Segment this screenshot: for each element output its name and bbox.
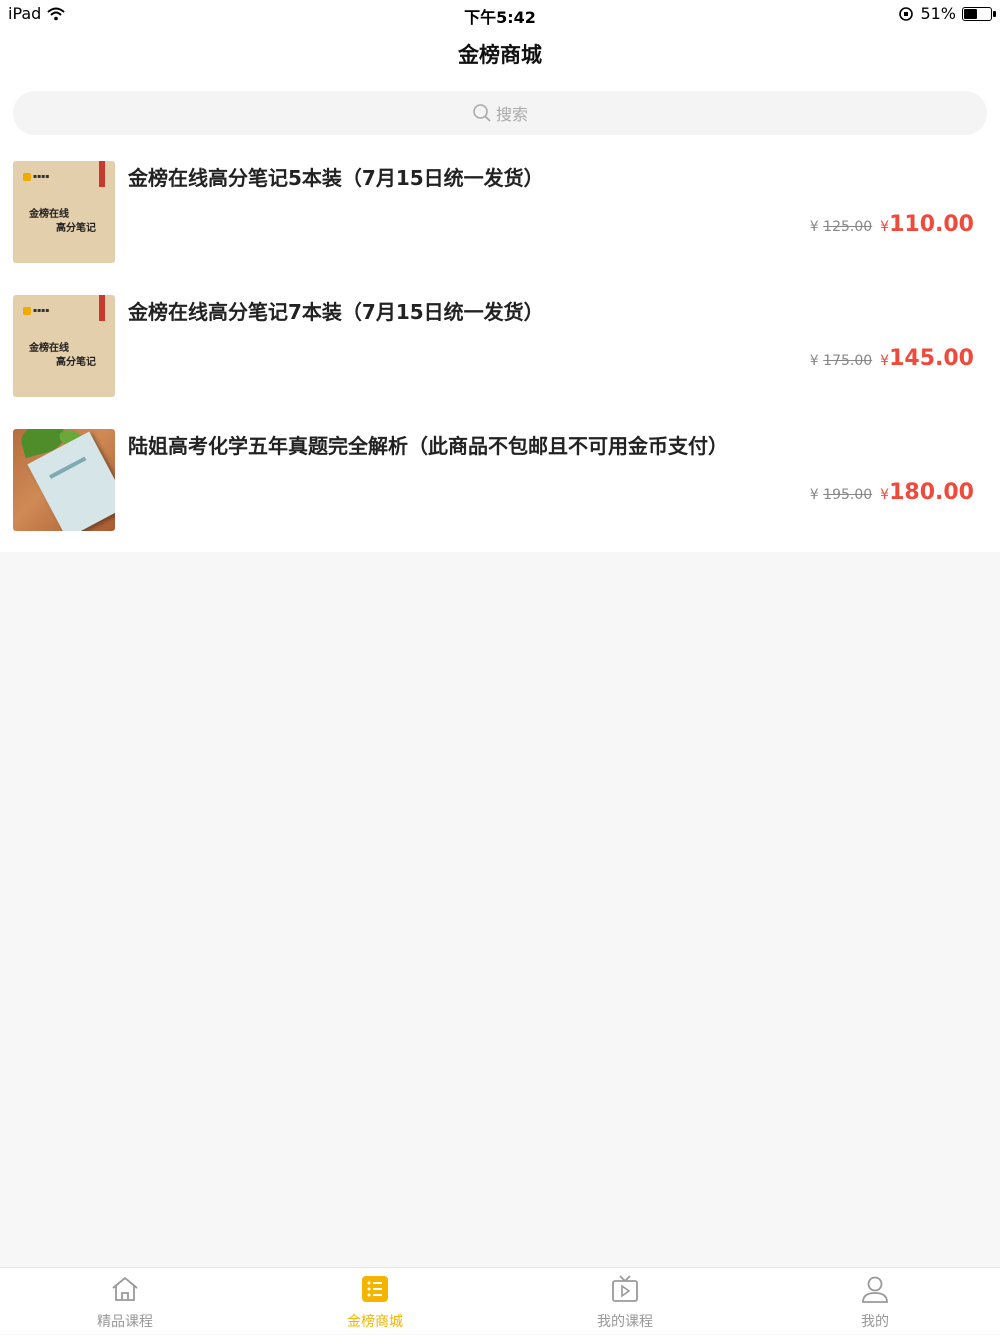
- product-thumbnail: ▪▪▪▪ 金榜在线 高分笔记: [13, 295, 115, 397]
- sale-price: ¥145.00: [880, 346, 974, 371]
- battery-icon: [962, 6, 996, 21]
- thumb-title-line1: 金榜在线: [29, 209, 69, 220]
- sale-price: ¥180.00: [880, 480, 974, 505]
- list-item[interactable]: ▪▪▪▪ 金榜在线 高分笔记 金榜在线高分笔记5本装（7月15日统一发货） ¥ …: [0, 148, 1000, 282]
- tab-my-courses[interactable]: 我的课程: [500, 1268, 750, 1335]
- price-row: ¥ 175.00 ¥145.00: [810, 346, 974, 371]
- currency-symbol: ¥: [880, 487, 890, 503]
- currency-symbol: ¥: [809, 487, 819, 503]
- video-icon: [612, 1275, 638, 1302]
- product-title: 金榜在线高分笔记5本装（7月15日统一发货）: [128, 166, 544, 190]
- tab-profile[interactable]: 我的: [750, 1268, 1000, 1335]
- tab-label: 金榜商城: [347, 1314, 403, 1330]
- original-price: ¥ 195.00: [810, 487, 872, 503]
- currency-symbol: ¥: [880, 219, 890, 235]
- battery-fill: [964, 8, 977, 19]
- nav-bar: 金榜商城: [0, 28, 1000, 82]
- original-price: ¥ 175.00: [810, 353, 872, 369]
- sale-price: ¥110.00: [880, 212, 974, 237]
- sale-price-value: 110.00: [889, 212, 974, 237]
- battery-percent: 51%: [920, 4, 956, 23]
- tab-bar: 精品课程 金榜商城 我的课程 我的: [0, 1267, 1000, 1334]
- search-input[interactable]: 搜索: [13, 91, 987, 135]
- list-item[interactable]: 陆姐高考化学五年真题完全解析（此商品不包邮且不可用金币支付） ¥ 195.00 …: [0, 416, 1000, 550]
- currency-symbol: ¥: [809, 353, 819, 369]
- search-area: 搜索: [0, 82, 1000, 148]
- original-price-value: 125.00: [823, 219, 873, 235]
- product-title: 金榜在线高分笔记7本装（7月15日统一发货）: [128, 300, 544, 324]
- user-icon: [862, 1276, 888, 1303]
- currency-symbol: ¥: [880, 353, 890, 369]
- thumb-title-line2: 高分笔记: [56, 357, 96, 368]
- status-time: 下午5:42: [464, 8, 536, 27]
- brand-mark: ▪▪▪▪: [33, 307, 50, 314]
- brand-logo-icon: [23, 307, 31, 315]
- orientation-lock-icon: [899, 6, 914, 21]
- original-price: ¥ 125.00: [810, 219, 872, 235]
- status-bar: iPad 下午5:42 51%: [0, 0, 1000, 28]
- tab-home[interactable]: 精品课程: [0, 1268, 250, 1335]
- list-icon: [362, 1276, 388, 1302]
- search-placeholder: 搜索: [495, 105, 528, 124]
- tab-label: 我的: [861, 1314, 889, 1330]
- thumb-title-line1: 金榜在线: [29, 343, 69, 354]
- status-right: 51%: [898, 4, 996, 23]
- book-stripe: [49, 456, 87, 479]
- list-item[interactable]: ▪▪▪▪ 金榜在线 高分笔记 金榜在线高分笔记7本装（7月15日统一发货） ¥ …: [0, 282, 1000, 416]
- product-list: ▪▪▪▪ 金榜在线 高分笔记 金榜在线高分笔记5本装（7月15日统一发货） ¥ …: [0, 148, 1000, 552]
- product-thumbnail: [13, 429, 115, 531]
- brand-mark: ▪▪▪▪: [33, 173, 50, 180]
- price-row: ¥ 195.00 ¥180.00: [810, 480, 974, 505]
- thumb-title-line2: 高分笔记: [56, 223, 96, 234]
- product-thumbnail: ▪▪▪▪ 金榜在线 高分笔记: [13, 161, 115, 263]
- sale-price-value: 180.00: [889, 480, 974, 505]
- tab-store[interactable]: 金榜商城: [250, 1268, 500, 1335]
- page-title: 金榜商城: [458, 43, 542, 67]
- original-price-value: 195.00: [823, 487, 873, 503]
- currency-symbol: ¥: [809, 219, 819, 235]
- brand-logo-icon: [23, 173, 31, 181]
- tab-label: 精品课程: [97, 1314, 153, 1330]
- home-icon: [112, 1276, 138, 1301]
- ribbon-decoration: [99, 161, 105, 187]
- sale-price-value: 145.00: [889, 346, 974, 371]
- price-row: ¥ 125.00 ¥110.00: [810, 212, 974, 237]
- ribbon-decoration: [99, 295, 105, 321]
- search-icon: [473, 104, 491, 122]
- product-title: 陆姐高考化学五年真题完全解析（此商品不包邮且不可用金币支付）: [128, 434, 728, 458]
- original-price-value: 175.00: [823, 353, 873, 369]
- tab-label: 我的课程: [597, 1314, 653, 1330]
